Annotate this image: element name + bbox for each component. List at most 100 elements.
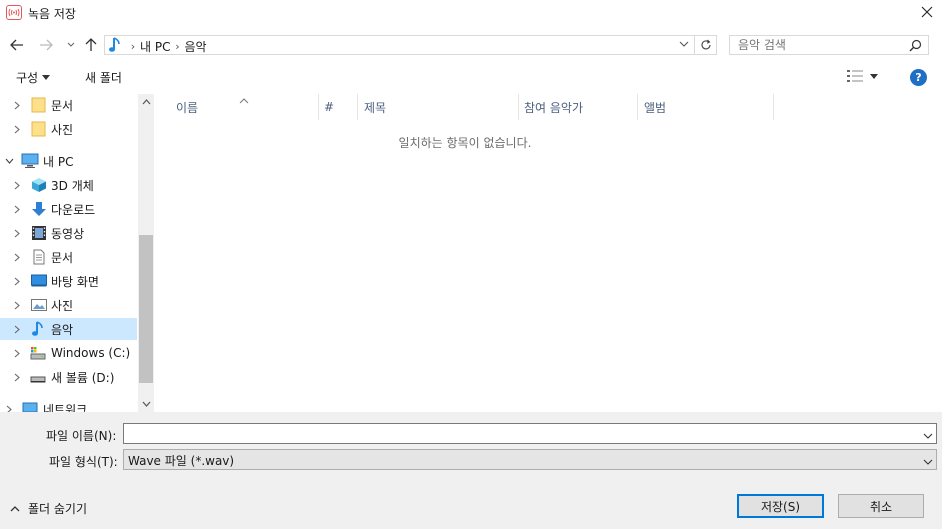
tree-item-label: 문서 (51, 98, 74, 113)
scroll-down-button[interactable] (138, 396, 154, 412)
tree-item-this-pc[interactable]: 내 PC (0, 150, 137, 172)
arrow-left-icon (10, 39, 23, 51)
close-button[interactable] (912, 0, 942, 24)
tree-item-label: 내 PC (43, 154, 74, 169)
breadcrumb-item-music[interactable]: 음악 (184, 38, 206, 55)
filename-history-dropdown[interactable] (923, 429, 933, 443)
document-icon (31, 249, 47, 265)
search-icon[interactable] (909, 39, 922, 55)
filetype-dropdown[interactable] (923, 455, 933, 469)
chevron-right-icon[interactable] (12, 324, 22, 334)
filename-combobox[interactable] (123, 423, 937, 444)
chevron-right-icon[interactable] (12, 276, 22, 286)
file-list[interactable]: 이름 # 제목 참여 음악가 앨범 일치하는 항목이 없습니다. (156, 94, 942, 412)
tree-item-desktop[interactable]: 바탕 화면 (0, 270, 137, 292)
column-header-contributing-artists[interactable]: 참여 음악가 (524, 94, 583, 120)
tree-item-documents[interactable]: 문서 (0, 246, 137, 268)
tree-item-pictures[interactable]: 사진 (0, 294, 137, 316)
empty-list-message: 일치하는 항목이 없습니다. (398, 136, 532, 150)
tree-item-label: 음악 (51, 322, 74, 337)
column-divider[interactable] (318, 94, 319, 120)
tree-item-label: 동영상 (51, 226, 85, 241)
refresh-button[interactable] (695, 35, 717, 55)
column-divider[interactable] (357, 94, 358, 120)
chevron-right-icon[interactable] (12, 228, 22, 238)
network-icon (21, 401, 38, 412)
column-divider[interactable] (518, 94, 519, 120)
caret-down-icon (870, 73, 878, 79)
column-header-name[interactable]: 이름 (176, 94, 198, 120)
back-button[interactable] (8, 36, 26, 54)
breadcrumb-item-this-pc[interactable]: 내 PC (140, 38, 170, 55)
tree-item-label: 3D 개체 (51, 178, 94, 193)
recorder-app-icon (6, 5, 22, 20)
chevron-down-icon[interactable] (4, 156, 14, 166)
column-header-album[interactable]: 앨범 (644, 94, 666, 120)
cancel-button[interactable]: 취소 (838, 494, 924, 518)
column-header-title[interactable]: 제목 (364, 94, 386, 120)
up-button[interactable] (82, 36, 100, 54)
recent-locations-button[interactable] (62, 36, 80, 54)
close-icon (921, 6, 933, 18)
3d-objects-icon (31, 177, 47, 193)
command-bar: 구성 새 폴더 (0, 62, 942, 92)
filetype-select[interactable]: Wave 파일 (*.wav) (123, 449, 937, 470)
new-folder-button[interactable]: 새 폴더 (85, 69, 122, 86)
forward-button[interactable] (37, 36, 55, 54)
music-note-icon (108, 36, 122, 57)
scrollbar-thumb[interactable] (139, 235, 153, 383)
chevron-right-icon[interactable] (12, 204, 22, 214)
filename-label: 파일 이름(N): (46, 429, 117, 443)
save-options-panel: 파일 이름(N): 파일 형식(T): Wave 파일 (*.wav) 폴더 숨… (0, 412, 942, 529)
tree-item-label: Windows (C:) (51, 346, 131, 360)
drive-d-icon (30, 369, 46, 385)
refresh-icon (701, 39, 711, 50)
tree-item-label: 새 볼륨 (D:) (51, 370, 115, 385)
caret-down-icon (42, 75, 51, 80)
column-divider[interactable] (637, 94, 638, 120)
window-title: 녹음 저장 (28, 7, 76, 21)
help-button[interactable]: ? (910, 69, 927, 86)
chevron-down-icon (142, 401, 150, 407)
column-header-track-number[interactable]: # (324, 94, 334, 120)
tree-item-drive-d[interactable]: 새 볼륨 (D:) (0, 366, 137, 388)
chevron-right-icon[interactable] (12, 348, 22, 358)
chevron-up-icon (142, 99, 150, 105)
tree-item-network[interactable]: 네트워크 (0, 398, 137, 412)
details-view-icon (847, 70, 863, 82)
organize-label: 구성 (16, 71, 39, 85)
chevron-down-icon (67, 42, 75, 47)
chevron-right-icon[interactable] (12, 124, 22, 134)
search-input[interactable] (738, 37, 898, 53)
address-bar[interactable]: › 내 PC › 음악 (104, 35, 695, 55)
address-history-dropdown[interactable] (679, 38, 689, 52)
filename-input[interactable] (128, 426, 908, 441)
chevron-right-icon[interactable] (12, 100, 22, 110)
tree-item-drive-c[interactable]: Windows (C:) (0, 342, 137, 364)
breadcrumb-separator-icon: › (175, 40, 180, 53)
change-view-button[interactable] (846, 69, 878, 83)
tree-item-documents-quick[interactable]: 문서 (0, 94, 137, 116)
chevron-right-icon[interactable] (12, 372, 22, 382)
sort-ascending-icon (239, 93, 249, 107)
column-divider[interactable] (773, 94, 774, 120)
hide-folders-label: 폴더 숨기기 (28, 502, 88, 516)
chevron-right-icon[interactable] (12, 300, 22, 310)
tree-item-label: 사진 (51, 298, 74, 313)
organize-button[interactable]: 구성 (16, 69, 51, 86)
hide-folders-button[interactable]: 폴더 숨기기 (10, 500, 87, 517)
chevron-right-icon[interactable] (4, 404, 14, 412)
new-folder-label: 새 폴더 (85, 71, 122, 85)
scroll-up-button[interactable] (138, 94, 154, 110)
save-button[interactable]: 저장(S) (737, 494, 824, 518)
chevron-down-icon (679, 41, 689, 47)
tree-item-videos[interactable]: 동영상 (0, 222, 137, 244)
tree-item-label: 네트워크 (43, 402, 88, 413)
tree-item-downloads[interactable]: 다운로드 (0, 198, 137, 220)
chevron-right-icon[interactable] (12, 180, 22, 190)
chevron-right-icon[interactable] (12, 252, 22, 262)
folder-icon (31, 97, 47, 113)
tree-item-3d-objects[interactable]: 3D 개체 (0, 174, 137, 196)
search-box[interactable] (729, 35, 929, 55)
tree-item-music[interactable]: 음악 (0, 318, 137, 340)
